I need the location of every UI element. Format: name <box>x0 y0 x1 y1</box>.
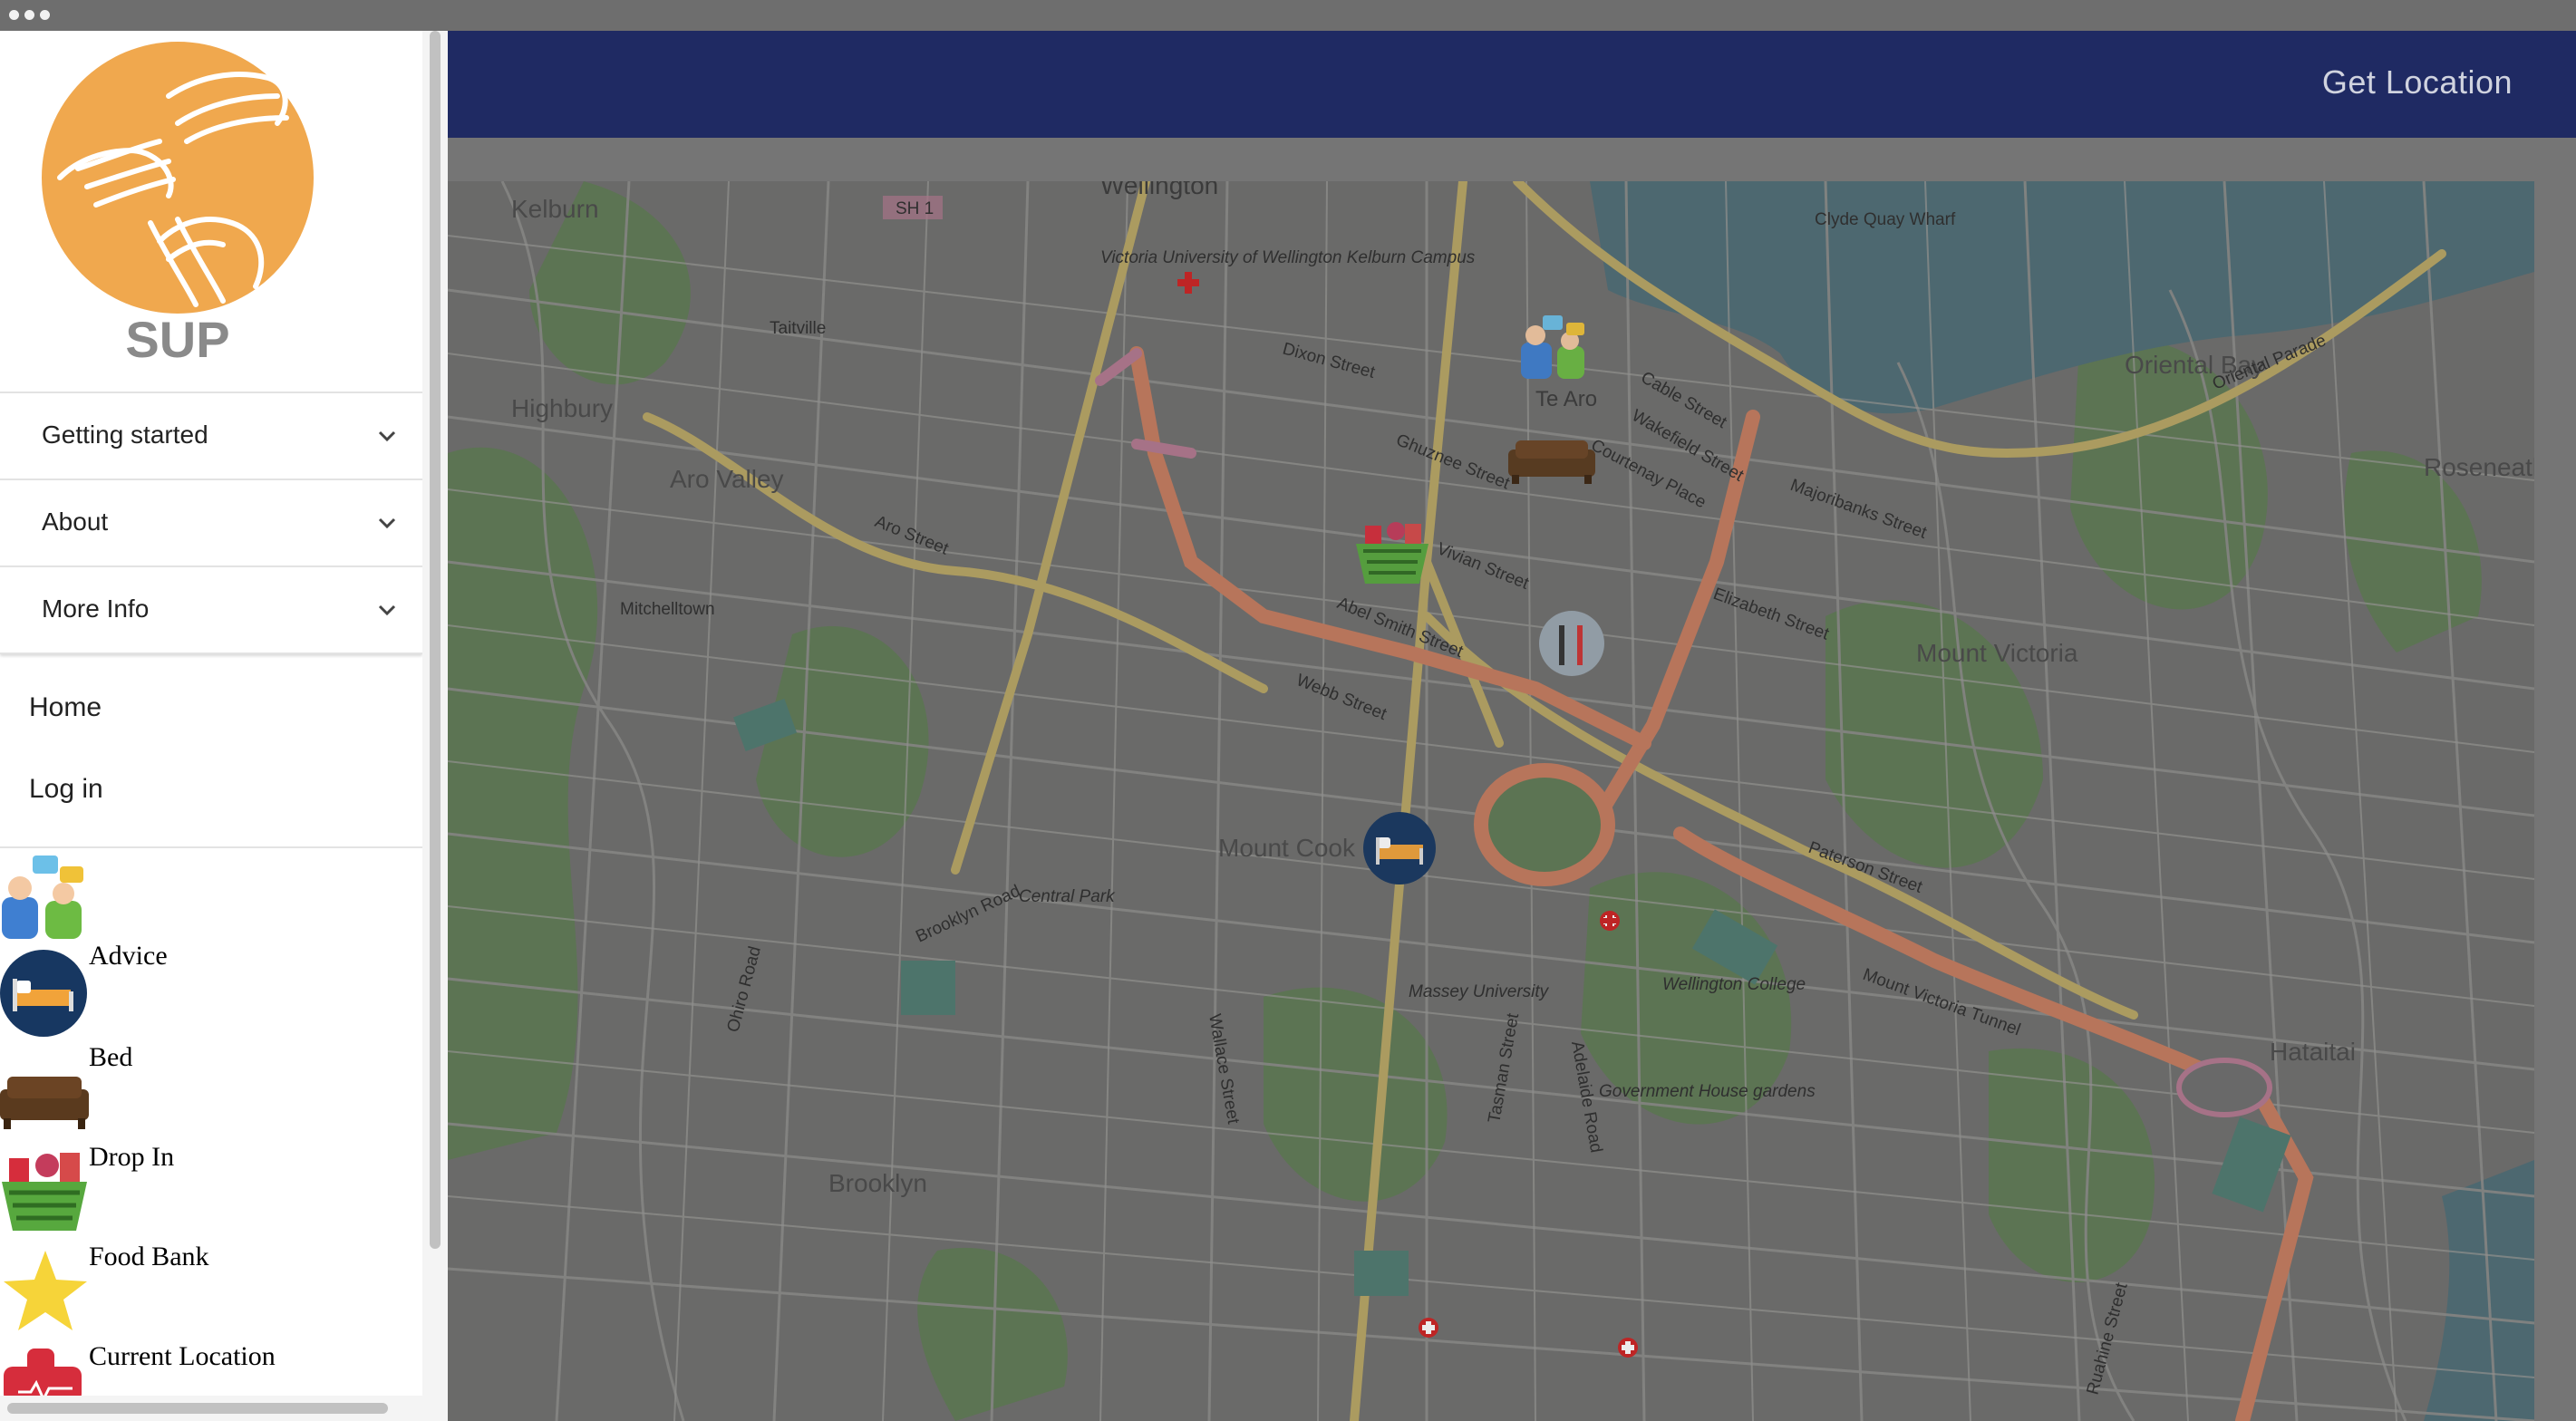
map-place-label: Clyde Quay Wharf <box>1815 210 1956 229</box>
map-place-label: Highbury <box>511 394 613 422</box>
couch-icon <box>0 1077 89 1129</box>
food-bank-marker-icon[interactable] <box>1356 522 1428 584</box>
bed-icon <box>0 950 87 1037</box>
sidebar-accordion: Getting started About More Info <box>0 392 422 654</box>
legend-label: Bed <box>89 1042 133 1072</box>
medical-marker-icon[interactable] <box>1618 1338 1638 1358</box>
chevron-down-icon[interactable] <box>373 596 401 624</box>
map-highway-shield: SH 1 <box>896 199 934 218</box>
scrollbar-thumb[interactable] <box>7 1403 388 1414</box>
map-place-label: Victoria University of Wellington Kelbur… <box>1100 248 1476 267</box>
sidebar-horizontal-scrollbar[interactable] <box>0 1396 422 1421</box>
map-place-label: Taitville <box>770 319 826 338</box>
map-place-label: Kelburn <box>511 195 599 223</box>
legend-item-advice: Advice <box>0 852 422 971</box>
map-place-label: Roseneath <box>2424 453 2534 481</box>
map-place-label: Aro Valley <box>670 465 784 493</box>
advice-icon <box>2 856 83 939</box>
window-titlebar <box>0 0 2576 31</box>
legend-item-current-location: Current Location <box>0 1245 422 1371</box>
map-city-label: Wellington <box>1100 181 1218 199</box>
map-place-label: Te Aro <box>1535 387 1597 411</box>
map-place-label: Central Park <box>1019 887 1116 906</box>
map-canvas[interactable]: Wellington SH 1 Kelburn Highbury Aro Val… <box>448 181 2534 1421</box>
map-place-label: Brooklyn <box>828 1169 927 1197</box>
map-view[interactable]: Wellington SH 1 Kelburn Highbury Aro Val… <box>448 181 2534 1421</box>
legend-item-bed: Bed <box>0 948 422 1072</box>
map-place-label: Mount Cook <box>1218 834 1356 862</box>
logo-text: SUP <box>125 311 229 368</box>
legend-label: Current Location <box>89 1341 276 1371</box>
chevron-down-icon[interactable] <box>373 509 401 536</box>
map-place-label: Mitchelltown <box>620 600 715 619</box>
sup-logo: SUP <box>42 42 314 368</box>
star-icon <box>4 1251 87 1330</box>
window-dot-icon[interactable] <box>24 10 34 20</box>
food-marker-icon[interactable] <box>1539 611 1604 676</box>
bed-marker-icon[interactable] <box>1363 812 1436 884</box>
accordion-about[interactable]: About <box>0 478 422 566</box>
accordion-label: Getting started <box>42 420 208 449</box>
map-place-label: Mount Victoria <box>1916 639 2078 667</box>
accordion-label: More Info <box>42 594 150 623</box>
nav-link-log-in[interactable]: Log in <box>29 774 103 805</box>
map-place-label: Hataitai <box>2270 1038 2356 1066</box>
accordion-getting-started[interactable]: Getting started <box>0 392 422 478</box>
get-location-button[interactable]: Get Location <box>2322 63 2513 102</box>
accordion-label: About <box>42 508 109 536</box>
food-basket-icon <box>2 1153 87 1231</box>
window-dot-icon[interactable] <box>40 10 50 20</box>
scrollbar-thumb[interactable] <box>430 31 441 1249</box>
medical-marker-icon[interactable] <box>1600 911 1620 931</box>
accordion-more-info[interactable]: More Info <box>0 566 422 654</box>
legend-item-food-bank: Food Bank <box>0 1146 422 1271</box>
map-place-label: Government House gardens <box>1599 1082 1816 1101</box>
window-dot-icon[interactable] <box>9 10 19 20</box>
chevron-down-icon[interactable] <box>373 422 401 450</box>
app-header: Get Location <box>448 31 2576 138</box>
nav-link-home[interactable]: Home <box>29 692 102 723</box>
medical-marker-icon[interactable] <box>1419 1318 1438 1338</box>
map-place-label: Massey University <box>1409 982 1550 1001</box>
medical-legend-icon <box>4 1348 82 1403</box>
sidebar-vertical-scrollbar[interactable] <box>422 31 448 1421</box>
map-place-label: Wellington College <box>1662 975 1806 994</box>
sidebar-drawer: SUP Getting started About More Info Home… <box>0 31 422 1421</box>
sidebar-divider <box>0 846 422 848</box>
